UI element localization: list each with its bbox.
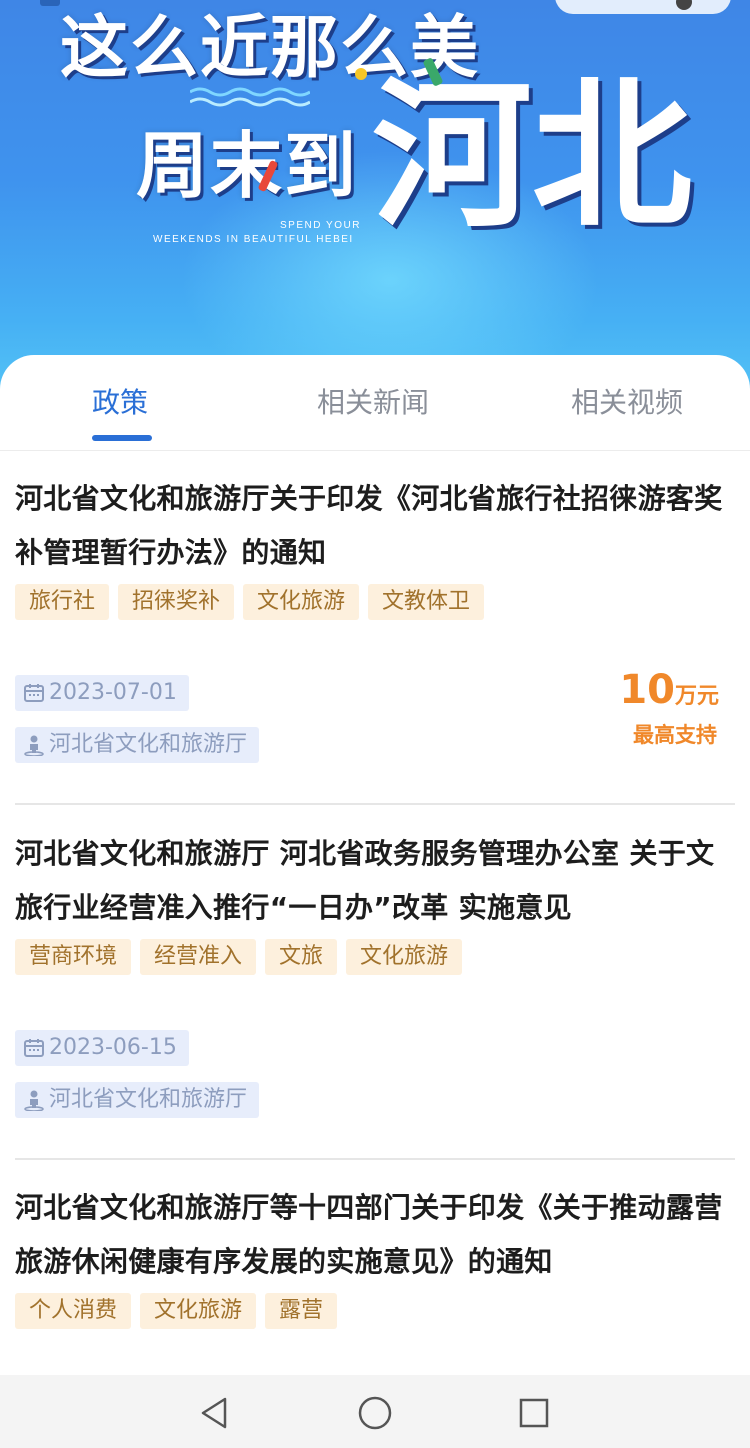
tag: 文化旅游 [346, 939, 463, 975]
calendar-icon [24, 1039, 44, 1057]
hero-banner: 这么近那么美 周末到 河北 SPEND YOUR WEEKENDS IN BEA… [0, 0, 750, 400]
article-item[interactable]: 河北省文化和旅游厅关于印发《河北省旅行社招徕游客奖补管理暂行办法》的通知 旅行社… [15, 472, 735, 763]
date-text: 2023-06-15 [49, 1035, 177, 1060]
content-card: 政策 相关新闻 相关视频 河北省文化和旅游厅关于印发《河北省旅行社招徕游客奖补管… [0, 355, 750, 1375]
tag: 文旅 [265, 939, 338, 975]
date-badge: 2023-07-01 [15, 675, 189, 711]
department-text: 河北省文化和旅游厅 [49, 732, 248, 757]
tag: 露营 [265, 1293, 338, 1329]
tab-related-news[interactable]: 相关新闻 [317, 385, 429, 421]
system-nav-bar [0, 1375, 750, 1448]
calendar-icon [24, 684, 44, 702]
triangle-back-icon[interactable] [195, 1393, 235, 1433]
hero-title-line2: 周末到 [136, 123, 359, 208]
support-amount-unit: 万元 [674, 684, 719, 709]
tag-list: 旅行社 招徕奖补 文化旅游 文教体卫 [15, 584, 735, 620]
square-recent-icon[interactable] [514, 1393, 554, 1433]
article-item[interactable]: 河北省文化和旅游厅 河北省政务服务管理办公室 关于文旅行业经营准入推行“一日办”… [15, 827, 735, 1118]
hero-english-line2: WEEKENDS IN BEAUTIFUL HEBEI [153, 234, 354, 245]
circle-home-icon[interactable] [355, 1393, 395, 1433]
wave-decoration [190, 87, 310, 107]
date-badge: 2023-06-15 [15, 1030, 189, 1066]
tag-list: 营商环境 经营准入 文旅 文化旅游 [15, 939, 735, 975]
article-title[interactable]: 河北省文化和旅游厅 河北省政务服务管理办公室 关于文旅行业经营准入推行“一日办”… [15, 827, 735, 935]
support-amount: 10万元 [619, 667, 719, 720]
person-location-icon [24, 1090, 44, 1111]
tag: 招徕奖补 [118, 584, 235, 620]
support-label: 最高支持 [633, 723, 717, 747]
department-badge: 河北省文化和旅游厅 [15, 727, 260, 763]
tag: 经营准入 [140, 939, 257, 975]
tag: 文化旅游 [140, 1293, 257, 1329]
department-text: 河北省文化和旅游厅 [49, 1087, 248, 1112]
tag: 文化旅游 [243, 584, 360, 620]
tag: 营商环境 [15, 939, 132, 975]
hero-top-pill[interactable] [555, 0, 731, 14]
tab-related-videos[interactable]: 相关视频 [571, 385, 683, 421]
tab-policy[interactable]: 政策 [92, 385, 148, 421]
corner-icon [40, 0, 60, 6]
article-title[interactable]: 河北省文化和旅游厅等十四部门关于印发《关于推动露营旅游休闲健康有序发展的实施意见… [15, 1181, 735, 1289]
date-text: 2023-07-01 [49, 680, 177, 705]
hero-title-big: 河北 [372, 61, 693, 249]
tag-list: 个人消费 文化旅游 露营 [15, 1293, 735, 1329]
divider [15, 1158, 735, 1160]
person-location-icon [24, 735, 44, 756]
department-badge: 河北省文化和旅游厅 [15, 1082, 260, 1118]
tag: 文教体卫 [368, 584, 485, 620]
tag: 旅行社 [15, 584, 110, 620]
article-item[interactable]: 河北省文化和旅游厅等十四部门关于印发《关于推动露营旅游休闲健康有序发展的实施意见… [15, 1181, 735, 1329]
tab-active-indicator [92, 435, 152, 441]
tag: 个人消费 [15, 1293, 132, 1329]
article-title[interactable]: 河北省文化和旅游厅关于印发《河北省旅行社招徕游客奖补管理暂行办法》的通知 [15, 472, 735, 580]
divider [15, 803, 735, 805]
hero-accent-yellow [355, 68, 367, 80]
support-amount-value: 10 [619, 667, 675, 713]
hero-english-line1: SPEND YOUR [280, 220, 361, 231]
tab-bar: 政策 相关新闻 相关视频 [0, 355, 750, 451]
